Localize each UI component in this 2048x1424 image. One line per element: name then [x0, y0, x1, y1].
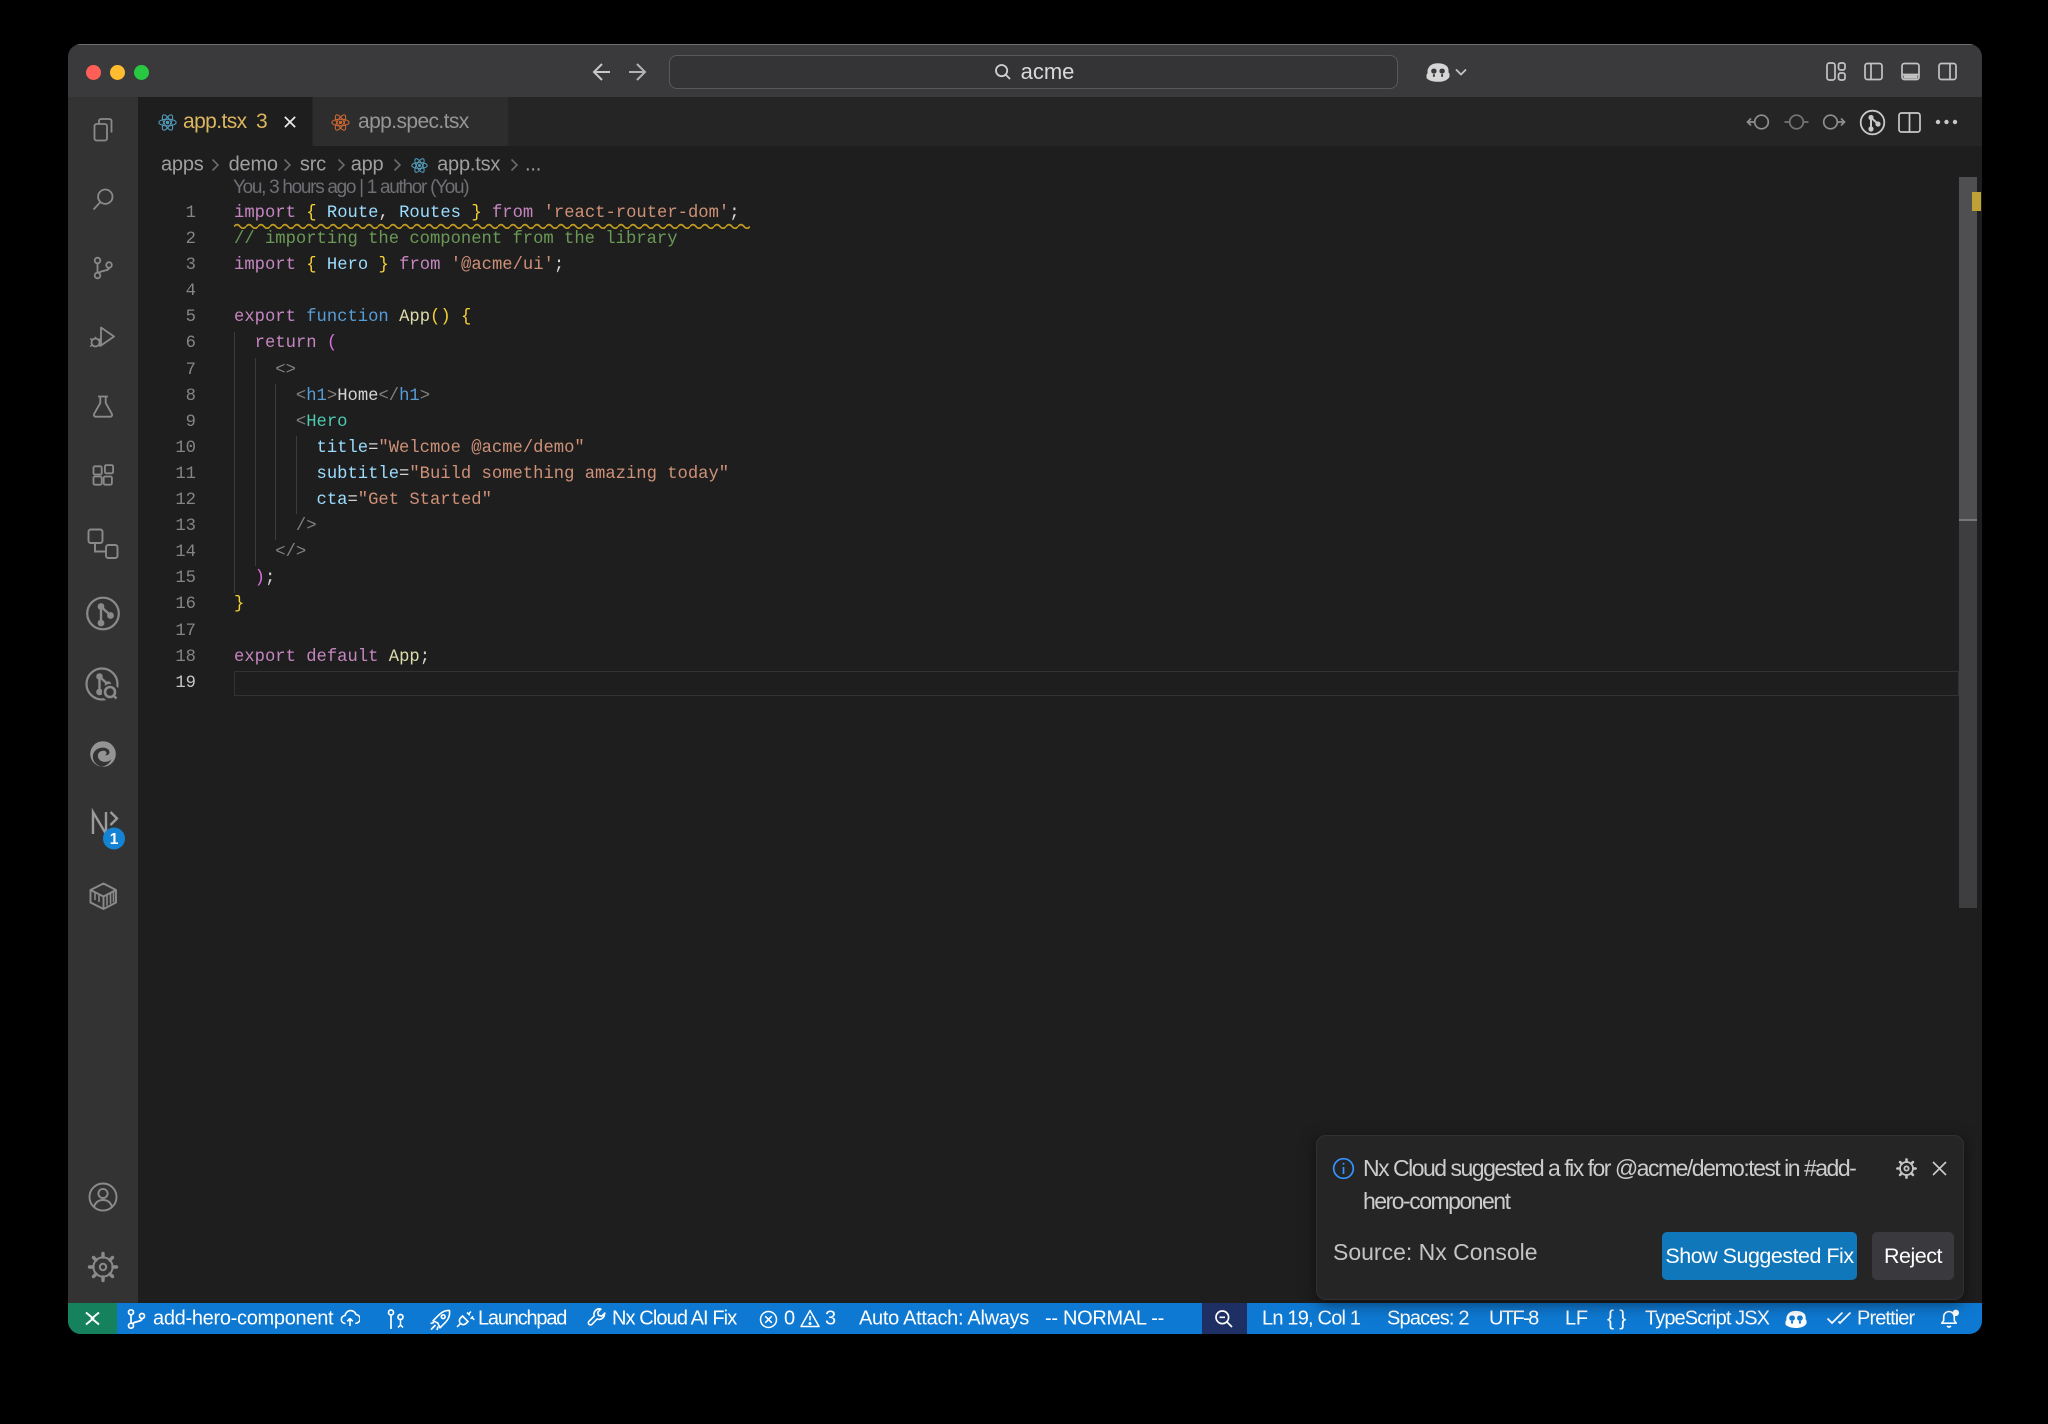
- svg-text:1: 1: [110, 831, 119, 848]
